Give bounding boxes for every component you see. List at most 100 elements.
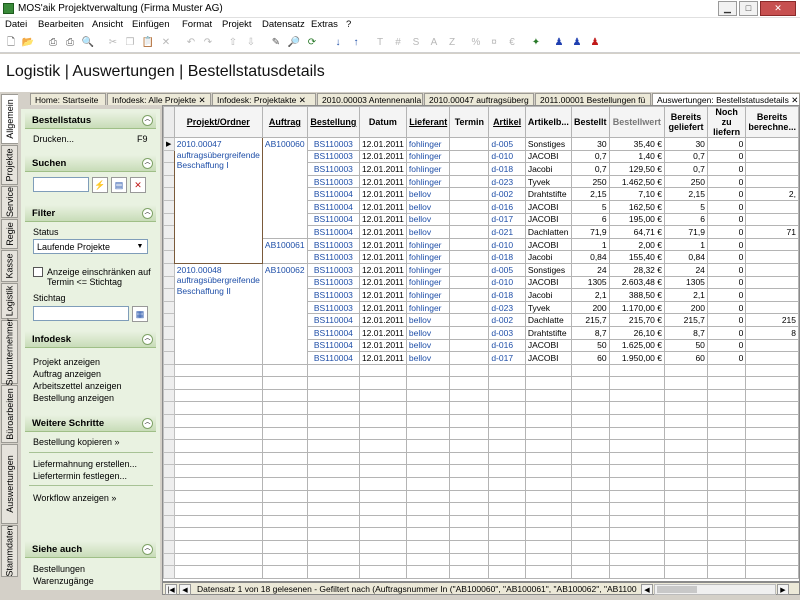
collapse-icon[interactable]: ︿ <box>142 208 153 219</box>
tool-icon[interactable]: ✦ <box>528 35 544 51</box>
vtab-bueroarbeiten[interactable]: Büroarbeiten <box>1 385 18 443</box>
liefertermin-link[interactable]: Liefertermin festlegen... <box>33 471 127 481</box>
close-button[interactable]: ✕ <box>760 1 796 16</box>
row-selector[interactable] <box>163 401 175 416</box>
row-selector[interactable] <box>163 565 175 579</box>
row-selector[interactable] <box>163 325 175 340</box>
row-selector[interactable] <box>163 514 175 529</box>
row-selector[interactable] <box>163 187 175 201</box>
bestellungen-link[interactable]: Bestellungen <box>33 564 85 574</box>
euro-icon[interactable]: € <box>504 35 520 51</box>
row-selector[interactable] <box>163 451 175 466</box>
current-row-icon[interactable]: ▶ <box>163 137 175 151</box>
projekt-anzeigen-link[interactable]: Projekt anzeigen <box>33 357 100 367</box>
s-icon[interactable]: S <box>408 35 424 51</box>
row-selector[interactable] <box>163 439 175 453</box>
row-selector[interactable] <box>163 288 175 302</box>
scrollbar-thumb[interactable] <box>657 586 697 593</box>
row-selector[interactable] <box>163 540 175 554</box>
tab-auftragsuberg[interactable]: 2010.00047 auftragsüberg <box>424 93 534 105</box>
cut-icon[interactable]: ✂ <box>105 35 121 51</box>
chevron-down-icon[interactable]: ▼ <box>134 241 146 252</box>
table-row[interactable] <box>163 540 799 554</box>
project-cell[interactable]: 2010.00048 auftragsübergreifende Beschaf… <box>173 262 263 365</box>
col-artikel[interactable]: Artikel <box>488 106 526 138</box>
table-row[interactable]: ▶ 2010.00047 auftragsübergreifende Bescha… <box>163 137 799 264</box>
menu-ansicht[interactable]: Ansicht <box>92 19 123 30</box>
tab-antennenanla[interactable]: 2010.00003 Antennenanla <box>317 93 423 105</box>
a-icon[interactable]: A <box>426 35 442 51</box>
search-filter-icon[interactable]: ⚡ <box>92 177 108 193</box>
user-red-icon[interactable]: ♟ <box>587 35 603 51</box>
preview-icon[interactable]: 🔍 <box>80 35 96 51</box>
menu-datei[interactable]: Datei <box>5 19 27 30</box>
table-row[interactable] <box>163 363 799 378</box>
scroll-right-icon[interactable]: ▶ <box>777 584 789 595</box>
row-selector[interactable] <box>163 237 175 252</box>
liefermahnung-link[interactable]: Liefermahnung erstellen... <box>33 459 137 469</box>
percent-icon[interactable]: % <box>468 35 484 51</box>
row-selector[interactable] <box>163 250 175 264</box>
row-selector[interactable] <box>163 313 175 327</box>
col-artikelbez[interactable]: Artikelb... <box>524 106 572 138</box>
row-selector[interactable] <box>163 149 175 164</box>
row-selector[interactable] <box>163 552 175 567</box>
col-auftrag[interactable]: Auftrag <box>261 106 308 138</box>
table-row[interactable] <box>163 388 799 403</box>
section-suchen[interactable]: Suchen ︿ <box>25 155 156 172</box>
clear-filter-icon[interactable]: ✕ <box>130 177 146 193</box>
tab-projektakte[interactable]: Infodesk: Projektakte ✕ <box>212 93 316 105</box>
col-bereits-geliefert[interactable]: Bereits geliefert <box>664 106 708 138</box>
refresh-icon[interactable]: ⟳ <box>304 35 320 51</box>
col-lieferant[interactable]: Lieferant <box>405 106 451 138</box>
table-row[interactable] <box>163 376 799 390</box>
minimize-button[interactable]: ▁ <box>718 1 737 16</box>
vtab-subunternehmer[interactable]: Subunternehmer <box>1 318 18 386</box>
table-row[interactable] <box>163 552 799 567</box>
menu-bearbeiten[interactable]: Bearbeiten <box>38 19 84 30</box>
table-row[interactable] <box>163 426 799 441</box>
row-selector[interactable] <box>163 502 175 516</box>
table-row[interactable]: 2010.00048 auftragsübergreifende Beschaf… <box>163 262 799 365</box>
close-icon[interactable]: ✕ <box>299 95 306 105</box>
close-icon[interactable]: ✕ <box>198 95 205 105</box>
paste-icon[interactable]: 📋 <box>140 35 156 51</box>
z-icon[interactable]: Z <box>444 35 460 51</box>
move-down-icon[interactable]: ⇩ <box>243 35 259 51</box>
table-row[interactable] <box>163 401 799 416</box>
menu-datensatz[interactable]: Datensatz <box>262 19 305 30</box>
prev-record-icon[interactable]: ◀ <box>179 584 191 595</box>
close-icon[interactable]: ✕ <box>791 95 798 105</box>
col-bestellwert[interactable]: Bestellwert <box>608 106 666 138</box>
section-siehe-auch[interactable]: Siehe auch ︿ <box>25 541 156 558</box>
row-selector[interactable] <box>163 527 175 541</box>
undo-icon[interactable]: ↶ <box>183 35 199 51</box>
first-record-icon[interactable]: |◀ <box>165 584 177 595</box>
table-row[interactable] <box>163 565 799 579</box>
vtab-auswertungen[interactable]: Auswertungen <box>1 444 18 524</box>
warenzugaenge-link[interactable]: Warenzugänge <box>33 576 94 586</box>
print-link[interactable]: Drucken... <box>33 134 74 144</box>
vtab-projekte[interactable]: Projekte <box>1 145 18 185</box>
move-up-icon[interactable]: ⇧ <box>225 35 241 51</box>
edit-icon[interactable]: ✎ <box>268 35 284 51</box>
row-selector[interactable] <box>163 300 175 315</box>
vtab-stammdaten[interactable]: Stammdaten <box>1 525 18 577</box>
order-cell[interactable]: AB100061 <box>261 237 308 264</box>
termin-checkbox[interactable] <box>33 267 43 277</box>
table-row[interactable] <box>163 527 799 541</box>
row-selector[interactable] <box>163 275 175 290</box>
col-datum[interactable]: Datum <box>358 106 407 138</box>
collapse-icon[interactable]: ︿ <box>142 158 153 169</box>
scroll-left-icon[interactable]: ◀ <box>641 584 653 595</box>
row-selector[interactable] <box>163 199 175 214</box>
stichtag-field[interactable] <box>33 306 129 321</box>
table-row[interactable] <box>163 514 799 529</box>
col-termin[interactable]: Termin <box>449 106 490 138</box>
find-icon[interactable]: 🔎 <box>286 35 302 51</box>
redo-icon[interactable]: ↷ <box>200 35 216 51</box>
collapse-icon[interactable]: ︿ <box>142 334 153 345</box>
search-options-icon[interactable]: ▤ <box>111 177 127 193</box>
bestellung-anzeigen-link[interactable]: Bestellung anzeigen <box>33 393 114 403</box>
vtab-regie[interactable]: Regie <box>1 219 18 249</box>
